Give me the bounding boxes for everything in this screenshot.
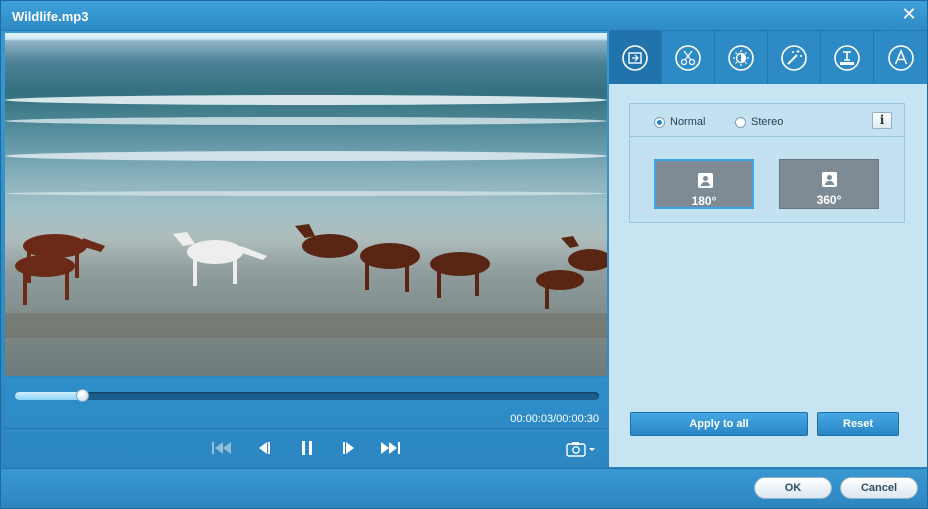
window-title: Wildlife.mp3 (12, 9, 89, 24)
time-display: 00:00:03/00:00:30 (510, 413, 599, 425)
camera-icon (566, 442, 595, 457)
tab-rotate[interactable] (609, 31, 662, 84)
magic-wand-icon (781, 44, 807, 71)
edit-panel: Normal Stereo i 180° 360° Apply to all R… (609, 31, 927, 467)
divider (5, 428, 607, 429)
skip-back-icon (212, 442, 231, 454)
tab-enhance[interactable] (768, 31, 821, 84)
normal-label: Normal (670, 116, 706, 128)
pause-button[interactable] (295, 438, 319, 458)
wave (5, 151, 607, 161)
tab-effect[interactable] (715, 31, 768, 84)
step-back-button[interactable] (253, 438, 277, 458)
person-icon (698, 173, 713, 188)
wave (5, 95, 607, 105)
radio-dot (735, 116, 746, 128)
info-button[interactable]: i (872, 112, 892, 129)
title-bar[interactable]: Wildlife.mp3 ✕ (1, 1, 927, 31)
cancel-button[interactable]: Cancel (840, 477, 918, 499)
stereo-radio[interactable]: Stereo (735, 116, 783, 128)
rotate-360-option[interactable]: 360° (779, 159, 879, 209)
snapshot-button[interactable] (565, 440, 599, 458)
wave (5, 191, 607, 196)
step-back-icon (259, 442, 270, 454)
radio-dot (654, 116, 665, 128)
tab-watermark[interactable] (821, 31, 874, 84)
mode-row: Normal Stereo i (630, 104, 904, 137)
skip-forward-icon (381, 442, 400, 454)
pause-icon (302, 441, 312, 455)
scissors-icon (675, 44, 701, 71)
close-button[interactable]: ✕ (901, 6, 917, 24)
seek-thumb[interactable] (76, 389, 90, 402)
wave (5, 117, 607, 125)
footer-bar: OK Cancel (1, 468, 927, 508)
edit-tabs (609, 31, 927, 84)
rotation-settings: Normal Stereo i 180° 360° (629, 103, 905, 223)
video-preview (5, 33, 607, 376)
seek-progress (15, 392, 83, 400)
skip-back-button[interactable] (210, 438, 234, 458)
ok-button[interactable]: OK (754, 477, 832, 499)
person-icon (822, 172, 837, 187)
editor-window: Wildlife.mp3 ✕ 00:00:03/00:00:30 Normal … (0, 0, 928, 509)
rotate-180-label: 180° (691, 194, 717, 208)
horses-image (5, 224, 607, 338)
skip-forward-button[interactable] (378, 438, 402, 458)
seek-bar[interactable] (15, 389, 599, 402)
reset-button[interactable]: Reset (817, 412, 899, 436)
text-icon (887, 44, 914, 71)
rotate-180-option[interactable]: 180° (654, 159, 754, 209)
apply-to-all-button[interactable]: Apply to all (630, 412, 808, 436)
stereo-label: Stereo (751, 116, 784, 128)
step-forward-icon (343, 442, 354, 454)
rotate-360-label: 360° (816, 193, 842, 207)
normal-radio[interactable]: Normal (654, 116, 705, 128)
playback-controls: 00:00:03/00:00:30 (5, 378, 607, 466)
rotate-icon (622, 44, 648, 71)
watermark-icon (834, 44, 860, 71)
tab-trim[interactable] (662, 31, 715, 84)
brightness-icon (728, 44, 754, 71)
tab-text[interactable] (874, 31, 927, 84)
step-forward-button[interactable] (336, 438, 360, 458)
